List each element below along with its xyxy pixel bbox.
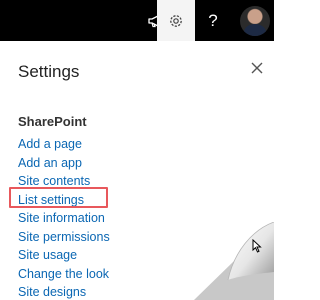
gear-icon[interactable] bbox=[157, 0, 195, 41]
settings-screenshot: ? Settings SharePoint Add a page Add an … bbox=[0, 0, 274, 300]
page-curl bbox=[194, 222, 274, 300]
user-avatar[interactable] bbox=[236, 0, 274, 41]
close-icon[interactable] bbox=[248, 59, 266, 77]
link-site-permissions[interactable]: Site permissions bbox=[18, 228, 110, 247]
settings-link-list: Add a page Add an app Site contents List… bbox=[18, 135, 110, 300]
panel-title: Settings bbox=[18, 62, 80, 81]
link-add-an-app[interactable]: Add an app bbox=[18, 154, 110, 173]
link-change-the-look[interactable]: Change the look bbox=[18, 265, 110, 284]
link-site-designs[interactable]: Site designs bbox=[18, 283, 110, 300]
highlight-box bbox=[9, 187, 108, 208]
link-site-usage[interactable]: Site usage bbox=[18, 246, 110, 265]
avatar bbox=[240, 5, 270, 36]
link-site-information[interactable]: Site information bbox=[18, 209, 110, 228]
mouse-cursor-icon bbox=[252, 239, 262, 253]
link-add-a-page[interactable]: Add a page bbox=[18, 135, 110, 154]
suite-bar: ? bbox=[0, 0, 274, 41]
section-heading-sharepoint: SharePoint bbox=[18, 114, 87, 129]
help-icon[interactable]: ? bbox=[195, 0, 231, 41]
